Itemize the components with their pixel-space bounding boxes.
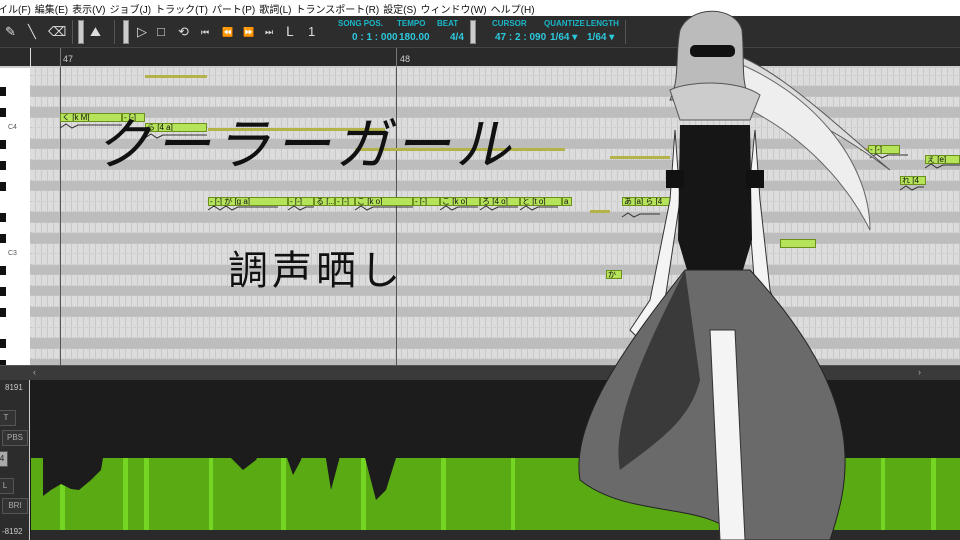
param-button[interactable]: 4 — [0, 451, 8, 467]
song-pos-label: SONG POS. — [338, 19, 383, 28]
param-min: -8192 — [2, 527, 23, 536]
key-label-c4: C4 — [8, 124, 17, 131]
playhead[interactable] — [30, 48, 31, 68]
menu-lyrics[interactable]: 歌詞(L) — [259, 1, 297, 16]
start-icon[interactable]: ⏮ — [201, 24, 209, 40]
control-sidebar: 8191 T PBS 4 L BRI -8192 — [0, 380, 30, 540]
tempo-value[interactable]: 180.00 — [399, 32, 430, 43]
param-select-2[interactable]: L — [0, 478, 14, 494]
slider-handle[interactable] — [470, 20, 476, 44]
menu-part[interactable]: パート(P) — [212, 1, 261, 16]
pitch-icon[interactable]: ⛰ — [90, 24, 101, 40]
black-key[interactable] — [0, 307, 6, 317]
black-key[interactable] — [0, 286, 6, 296]
black-key[interactable] — [0, 339, 6, 348]
scroll-left-icon[interactable]: ‹ — [33, 367, 36, 377]
overlay-subtitle: 調声晒し — [228, 248, 404, 294]
forward-icon[interactable]: ⏩ — [243, 24, 254, 40]
slider-handle[interactable] — [78, 20, 84, 44]
key-label-c3: C3 — [8, 250, 17, 257]
black-key[interactable] — [0, 213, 6, 222]
end-icon[interactable]: ⏭ — [265, 24, 273, 40]
black-key[interactable] — [0, 181, 6, 191]
menu-track[interactable]: トラック(T) — [155, 1, 214, 16]
black-key[interactable] — [0, 265, 6, 275]
beat-label: BEAT — [437, 19, 459, 28]
tempo-label: TEMPO — [397, 19, 426, 28]
overlay-title: クーラーガール — [92, 113, 526, 178]
rewind-icon[interactable]: ⏪ — [222, 24, 233, 40]
black-key[interactable] — [0, 234, 6, 243]
param-select[interactable]: T — [0, 410, 16, 426]
eraser-icon[interactable]: ⌫ — [48, 24, 66, 40]
black-key[interactable] — [0, 160, 6, 170]
menu-help[interactable]: ヘルプ(H) — [491, 1, 541, 16]
beat-value[interactable]: 4/4 — [450, 32, 464, 43]
count-icon[interactable]: 1 — [308, 24, 315, 40]
divider — [72, 20, 73, 44]
play-icon[interactable]: ▷ — [137, 24, 147, 40]
piano-keyboard[interactable]: C4 C3 — [0, 68, 30, 365]
measure-line — [396, 48, 397, 68]
menu-file[interactable]: イル(F) — [0, 1, 37, 16]
measure-line — [60, 48, 61, 68]
pencil-icon[interactable]: ✎ — [5, 24, 16, 40]
cursor-value: 47 : 2 : 090 — [495, 32, 547, 43]
stop-icon[interactable]: □ — [157, 24, 165, 40]
measure-48: 48 — [400, 54, 411, 64]
menu-transport[interactable]: トランスポート(R) — [296, 1, 386, 16]
character-illustration — [578, 10, 891, 540]
measure-47: 47 — [63, 54, 74, 64]
menu-view[interactable]: 表示(V) — [72, 1, 111, 16]
black-key[interactable] — [0, 139, 6, 149]
divider — [114, 20, 115, 44]
slider-handle[interactable] — [123, 20, 129, 44]
menu-settings[interactable]: 設定(S) — [383, 1, 422, 16]
black-key[interactable] — [0, 87, 6, 96]
cursor-label: CURSOR — [492, 19, 527, 28]
param-max: 8191 — [5, 383, 23, 392]
marker-icon[interactable]: ᒪ — [286, 24, 293, 40]
menu-window[interactable]: ウィンドウ(W) — [421, 1, 493, 16]
song-pos-value: 0 : 1 : 000 — [352, 32, 398, 43]
line-icon[interactable]: ╲ — [28, 24, 36, 40]
bri-button[interactable]: BRI — [2, 498, 28, 514]
pbs-button[interactable]: PBS — [2, 430, 28, 446]
menu-edit[interactable]: 編集(E) — [35, 1, 74, 16]
menu-job[interactable]: ジョブ(J) — [109, 1, 157, 16]
loop-icon[interactable]: ⟲ — [178, 24, 189, 40]
black-key[interactable] — [0, 108, 6, 117]
